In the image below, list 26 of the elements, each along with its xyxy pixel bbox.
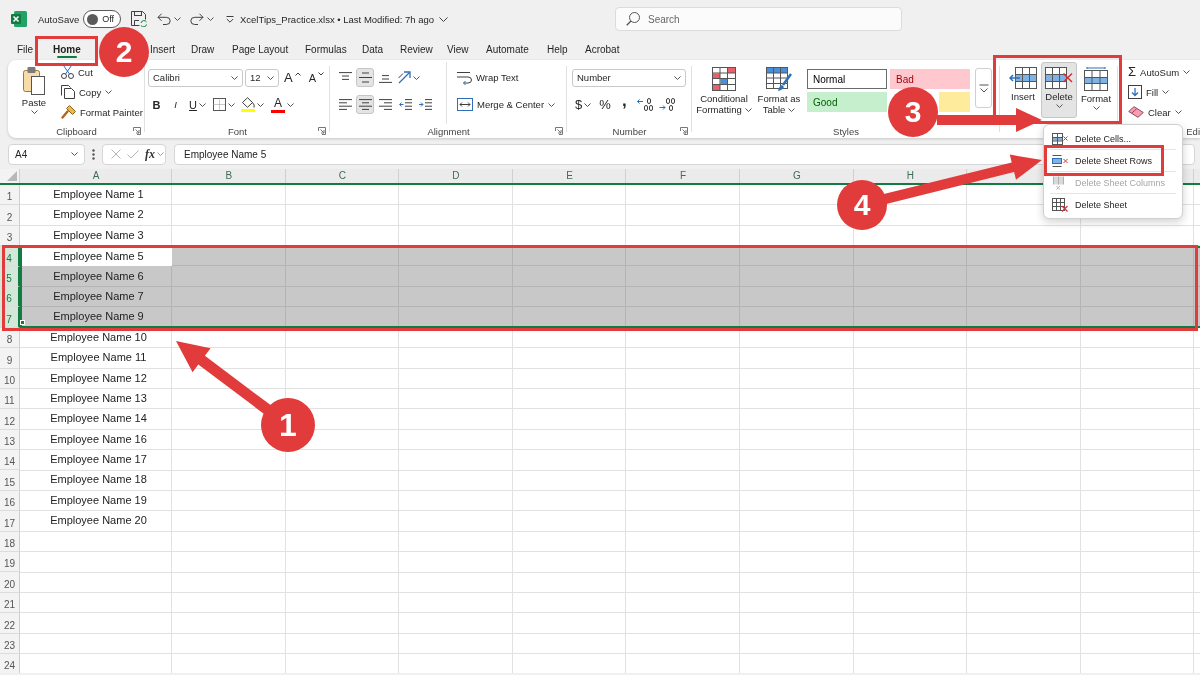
spreadsheet-cell-text: Employee Name 13 (49, 390, 148, 406)
spreadsheet-cell-text: Employee Name 12 (49, 370, 148, 386)
spreadsheet-cell-text: Employee Name 10 (49, 329, 148, 345)
step-number-badge: 2 (99, 27, 149, 77)
spreadsheet-cell-text: Employee Name 14 (49, 411, 148, 427)
group-label: Styles (833, 125, 859, 137)
document-title: XcelTips_Practice.xlsx • Last Modified: 7h ago (240, 13, 435, 25)
group-label: Clipboard (56, 125, 97, 137)
spreadsheet-cell-text: Employee Name 17 (49, 452, 148, 468)
spreadsheet-cell-text: Employee Name 16 (49, 431, 148, 447)
autosave-label: AutoSave (38, 13, 80, 25)
spreadsheet-cell-text: Employee Name 2 (52, 207, 145, 223)
spreadsheet-cell-text: Employee Name 9 (52, 309, 145, 325)
spreadsheet-cell-text: Employee Name 18 (49, 472, 148, 488)
spreadsheet-cell-text: Employee Name 20 (49, 513, 148, 529)
group-label: Alignment (427, 125, 470, 137)
spreadsheet-cell-text: Employee Name 7 (52, 288, 145, 304)
spreadsheet-cell-text: Employee Name 6 (52, 268, 145, 284)
group-label: Number (612, 125, 647, 137)
spreadsheet-cell-text: Employee Name 19 (49, 492, 148, 508)
group-label: Edi (1186, 125, 1200, 137)
spreadsheet-cell-text: Employee Name 11 (49, 350, 148, 366)
group-label: Font (228, 125, 247, 137)
spreadsheet-cell: Employee Name 5 (22, 248, 172, 266)
spreadsheet-cell-text: Employee Name 3 (52, 227, 145, 243)
spreadsheet-cell-text: Employee Name 1 (52, 187, 145, 202)
